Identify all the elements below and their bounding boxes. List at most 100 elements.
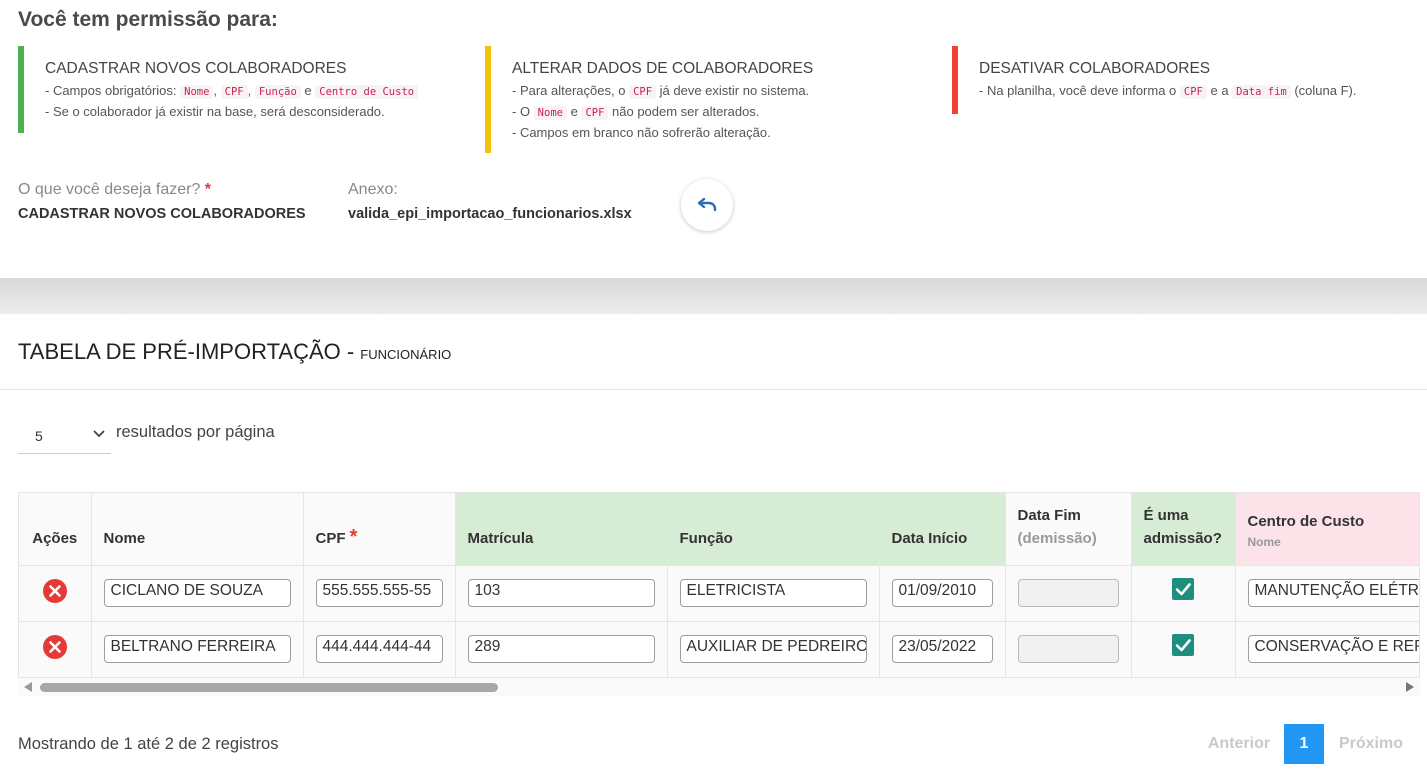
matricula-input[interactable]: 103 (467, 579, 655, 607)
centro-custo-input[interactable]: MANUTENÇÃO ELÉTRI (1247, 579, 1419, 607)
code-cpf: CPF (1179, 85, 1207, 99)
attachment-filename[interactable]: valida_epi_importacao_funcionarios.xlsx (348, 206, 632, 222)
code-nome: Nome (180, 85, 214, 99)
text: e a (1206, 83, 1233, 98)
permission-update: ALTERAR DADOS DE COLABORADORES - Para al… (485, 46, 945, 153)
col-funcao: Função (667, 493, 880, 565)
col-admissao: É uma admissão? (1131, 493, 1236, 565)
data-fim-input[interactable] (1017, 635, 1119, 664)
records-info: Mostrando de 1 até 2 de 2 registros (18, 735, 279, 753)
action-value: CADASTRAR NOVOS COLABORADORES (18, 206, 306, 222)
cell-funcao: AUXILIAR DE PEDREIRO (667, 620, 880, 677)
scrollbar-thumb[interactable] (40, 683, 498, 692)
permissions-card: Você tem permissão para: CADASTRAR NOVOS… (0, 0, 1427, 278)
matricula-input[interactable]: 289 (467, 635, 655, 664)
pager-previous[interactable]: Anterior (1196, 724, 1282, 764)
text: (coluna F). (1290, 83, 1357, 98)
section-separator (0, 278, 1427, 314)
permission-create-line2: - Se o colaborador já existir na base, s… (45, 104, 385, 119)
funcao-input[interactable]: AUXILIAR DE PEDREIRO (679, 635, 867, 664)
data-inicio-input[interactable]: 01/09/2010 (891, 579, 993, 607)
data-inicio-input[interactable]: 23/05/2022 (891, 635, 993, 664)
permission-deactivate: DESATIVAR COLABORADORES - Na planilha, v… (952, 46, 1422, 114)
centro-custo-input[interactable]: CONSERVAÇÃO E REPA (1247, 635, 1419, 664)
code-nome: Nome (533, 106, 567, 120)
col-centro-sub: Nome (1247, 535, 1281, 550)
action-label-text: O que você deseja fazer? (18, 181, 201, 198)
pager-page-1[interactable]: 1 (1284, 724, 1324, 764)
permissions-title: Você tem permissão para: (18, 8, 278, 31)
col-centro-label: Centro de Custo (1247, 513, 1365, 531)
code-centro-custo: Centro de Custo (315, 85, 419, 99)
delete-row-icon[interactable] (42, 578, 68, 604)
title-subtitle: FUNCIONÁRIO (360, 347, 452, 362)
permission-update-title: ALTERAR DADOS DE COLABORADORES (512, 60, 814, 77)
text: - Para alterações, o (512, 83, 630, 98)
data-fim-input[interactable] (1017, 579, 1119, 607)
cell-centro-custo: CONSERVAÇÃO E REPA (1235, 620, 1419, 677)
undo-button[interactable] (681, 179, 733, 231)
cell-data-fim (1005, 620, 1132, 677)
col-data-fim-label: Data Fim (1017, 506, 1081, 524)
col-admissao-line2: admissão? (1143, 529, 1222, 547)
attachment-label: Anexo: (348, 181, 398, 198)
page-size-select[interactable]: 5 (18, 418, 111, 454)
col-nome: Nome (91, 493, 304, 565)
text: - Campos obrigatórios: (45, 83, 181, 98)
pager-next[interactable]: Próximo (1328, 724, 1414, 764)
table-header-row: Ações Nome CPF * Matrícula Função Data I… (19, 493, 1419, 565)
page-size-label: resultados por página (116, 423, 275, 441)
nome-input[interactable]: CICLANO DE SOUZA (103, 579, 291, 607)
action-label: O que você deseja fazer? * (18, 181, 211, 199)
col-matricula: Matrícula (455, 493, 668, 565)
nome-input[interactable]: BELTRANO FERREIRA (103, 635, 291, 664)
scroll-right-icon[interactable] (1406, 682, 1414, 692)
cell-admissao (1131, 564, 1236, 621)
cpf-input[interactable]: 444.444.444-44 (315, 635, 443, 664)
funcao-input[interactable]: ELETRICISTA (679, 579, 867, 607)
text: e (300, 83, 316, 98)
cell-funcao: ELETRICISTA (667, 564, 880, 621)
text: já deve existir no sistema. (656, 83, 810, 98)
permission-deactivate-bar (952, 46, 958, 114)
cell-matricula: 289 (455, 620, 668, 677)
cell-data-inicio: 23/05/2022 (879, 620, 1006, 677)
delete-row-icon[interactable] (42, 634, 68, 660)
table-horizontal-scrollbar[interactable] (18, 678, 1420, 696)
checkmark-icon (1175, 638, 1191, 652)
admissao-checkbox[interactable] (1172, 633, 1194, 656)
chevron-down-icon (93, 430, 105, 438)
code-cpf: CPF (581, 106, 609, 120)
col-data-fim: Data Fim (demissão) (1005, 493, 1132, 565)
row-actions (19, 620, 92, 677)
col-cpf: CPF * (303, 493, 456, 565)
pre-import-table: Ações Nome CPF * Matrícula Função Data I… (18, 492, 1420, 678)
cell-cpf: 555.555.555-55 (303, 564, 456, 621)
required-asterisk: * (349, 525, 358, 548)
checkmark-icon (1175, 582, 1191, 595)
table-row: CICLANO DE SOUZA 555.555.555-55 103 ELET… (19, 564, 1419, 621)
permission-update-line3: - Campos em branco não sofrerão alteraçã… (512, 125, 771, 140)
code-funcao: Função (254, 85, 301, 99)
cell-centro-custo: MANUTENÇÃO ELÉTRI (1235, 564, 1419, 621)
scroll-left-icon[interactable] (24, 682, 32, 692)
title-text: TABELA DE PRÉ-IMPORTAÇÃO - (18, 339, 361, 364)
permission-update-line2: - O Nome e CPF não podem ser alterados. (512, 102, 945, 123)
code-data-fim: Data fim (1232, 85, 1291, 99)
page-size-value: 5 (35, 428, 43, 444)
col-data-inicio: Data Início (879, 493, 1006, 565)
col-acoes: Ações (19, 493, 92, 565)
text: , (247, 83, 255, 98)
row-actions (19, 564, 92, 621)
cpf-input[interactable]: 555.555.555-55 (315, 579, 443, 607)
text: não podem ser alterados. (608, 104, 760, 119)
cell-data-inicio: 01/09/2010 (879, 564, 1006, 621)
text: e (566, 104, 582, 119)
admissao-checkbox[interactable] (1172, 577, 1194, 600)
permission-create-line1: - Campos obrigatórios: Nome, CPF, Função… (45, 81, 478, 102)
text: , (213, 83, 221, 98)
permission-update-bar (485, 46, 491, 153)
col-centro-custo: Centro de Custo Nome (1235, 493, 1419, 565)
permission-deactivate-title: DESATIVAR COLABORADORES (979, 60, 1211, 77)
code-cpf: CPF (220, 85, 248, 99)
